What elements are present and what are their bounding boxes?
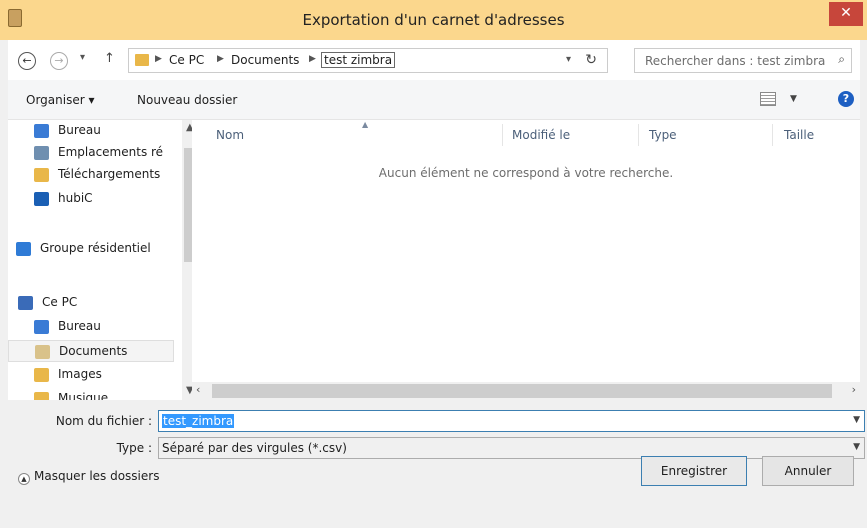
nav-item[interactable]: Téléchargements <box>8 164 174 186</box>
nav-item-label: Musique <box>58 391 109 400</box>
file-list: ▲ Nom Modifié le Type Taille Aucun éléme… <box>192 120 860 400</box>
column-header-name[interactable]: Nom <box>216 128 244 142</box>
nav-item-label: Bureau <box>58 123 101 137</box>
empty-message: Aucun élément ne correspond à votre rech… <box>378 166 674 180</box>
address-dropdown-icon[interactable]: ▾ <box>566 54 571 65</box>
new-folder-button[interactable]: Nouveau dossier <box>137 93 237 107</box>
organize-menu[interactable]: Organiser ▾ <box>26 93 94 107</box>
filename-label: Nom du fichier : <box>55 414 152 428</box>
cancel-button[interactable]: Annuler <box>762 456 854 486</box>
filename-dropdown-icon[interactable]: ▼ <box>853 415 860 425</box>
nav-item-label: Groupe résidentiel <box>40 241 151 255</box>
network-places-icon <box>34 146 49 160</box>
computer-icon <box>18 296 33 310</box>
nav-item-label: Documents <box>59 344 128 358</box>
nav-item[interactable]: Groupe résidentiel <box>8 238 174 260</box>
nav-item[interactable]: Bureau <box>8 316 174 338</box>
back-button[interactable]: ← <box>18 52 36 70</box>
title-bar: Exportation d'un carnet d'adresses ✕ <box>0 0 867 40</box>
breadcrumb-test-zimbra[interactable]: test zimbra <box>321 52 396 68</box>
nav-item[interactable]: Bureau <box>8 120 174 142</box>
breadcrumb-separator-icon[interactable]: ▶ <box>217 54 224 64</box>
folder-icon <box>135 54 149 66</box>
breadcrumb-documents[interactable]: Documents <box>231 53 299 67</box>
refresh-icon[interactable]: ↻ <box>585 52 597 68</box>
breadcrumb-separator-icon[interactable]: ▶ <box>155 54 162 64</box>
nav-item-label: Téléchargements <box>58 167 161 181</box>
homegroup-icon <box>16 242 31 256</box>
nav-item-label: Bureau <box>58 319 101 333</box>
breadcrumb-this-pc[interactable]: Ce PC <box>169 53 204 67</box>
column-header-size[interactable]: Taille <box>784 128 814 142</box>
music-folder-icon <box>34 392 49 400</box>
scroll-right-icon[interactable]: › <box>852 383 856 396</box>
nav-item[interactable]: hubiC <box>8 188 174 210</box>
horizontal-scroll-thumb[interactable] <box>212 384 832 398</box>
column-divider[interactable] <box>772 124 773 146</box>
sort-ascending-icon: ▲ <box>362 120 369 129</box>
nav-item[interactable]: Ce PC <box>8 292 174 314</box>
column-divider[interactable] <box>638 124 639 146</box>
breadcrumb-separator-icon[interactable]: ▶ <box>309 54 316 64</box>
filename-field[interactable]: test_zimbra ▼ <box>158 410 865 432</box>
nav-scrollbar[interactable]: ▲ ▼ <box>182 120 192 400</box>
save-button[interactable]: Enregistrer <box>641 456 747 486</box>
nav-item-label: Ce PC <box>42 295 78 309</box>
address-bar[interactable]: ▶ Ce PC ▶ Documents ▶ test zimbra ▾ ↻ <box>128 48 608 73</box>
window-title: Exportation d'un carnet d'adresses <box>302 11 565 29</box>
change-view-icon[interactable] <box>760 92 776 106</box>
up-arrow-icon[interactable]: ↑ <box>104 51 115 66</box>
file-type-select[interactable]: Séparé par des virgules (*.csv) ▼ <box>158 437 865 459</box>
close-button[interactable]: ✕ <box>829 2 863 26</box>
chevron-up-icon: ▲ <box>18 473 30 485</box>
address-row: ← → ▾ ↑ ▶ Ce PC ▶ Documents ▶ test zimbr… <box>8 40 860 80</box>
column-divider[interactable] <box>502 124 503 146</box>
pictures-folder-icon <box>34 368 49 382</box>
navigation-pane: Bureau Emplacements ré Téléchargements hubi… <box>8 120 192 400</box>
command-bar: Organiser ▾ Nouveau dossier ▼ ? <box>8 80 860 120</box>
desktop-icon <box>34 124 49 138</box>
hide-folders-toggle[interactable]: ▲ Masquer les dossiers <box>18 469 159 485</box>
nav-item[interactable]: Musique <box>8 388 174 400</box>
hide-folders-label: Masquer les dossiers <box>34 469 160 483</box>
hubic-icon <box>34 192 49 206</box>
column-header-type[interactable]: Type <box>649 128 677 142</box>
nav-item-label: Images <box>58 367 102 381</box>
search-input[interactable]: Rechercher dans : test zimbra ⌕ <box>634 48 852 73</box>
nav-scroll-thumb[interactable] <box>184 148 192 262</box>
help-icon[interactable]: ? <box>838 91 854 107</box>
file-type-value: Séparé par des virgules (*.csv) <box>162 441 347 455</box>
view-options-dropdown-icon[interactable]: ▼ <box>790 94 797 104</box>
search-icon[interactable]: ⌕ <box>838 52 845 67</box>
column-header-modified[interactable]: Modifié le <box>512 128 570 142</box>
forward-button[interactable]: → <box>50 52 68 70</box>
file-type-dropdown-icon[interactable]: ▼ <box>853 442 860 452</box>
horizontal-scrollbar[interactable]: ‹ › <box>192 382 860 400</box>
scroll-left-icon[interactable]: ‹ <box>196 383 200 396</box>
downloads-folder-icon <box>34 168 49 182</box>
filename-value[interactable]: test_zimbra <box>162 414 235 428</box>
nav-item[interactable]: Images <box>8 364 174 386</box>
recent-locations-icon[interactable]: ▾ <box>80 52 85 63</box>
desktop-folder-icon <box>34 320 49 334</box>
nav-item[interactable]: Emplacements ré <box>8 142 174 164</box>
nav-item-label: Emplacements ré <box>58 145 164 159</box>
documents-folder-icon <box>35 345 50 359</box>
nav-item[interactable]: Documents <box>8 340 174 362</box>
type-label: Type : <box>116 441 152 455</box>
nav-item-label: hubiC <box>58 191 93 205</box>
search-placeholder: Rechercher dans : test zimbra <box>645 54 826 68</box>
